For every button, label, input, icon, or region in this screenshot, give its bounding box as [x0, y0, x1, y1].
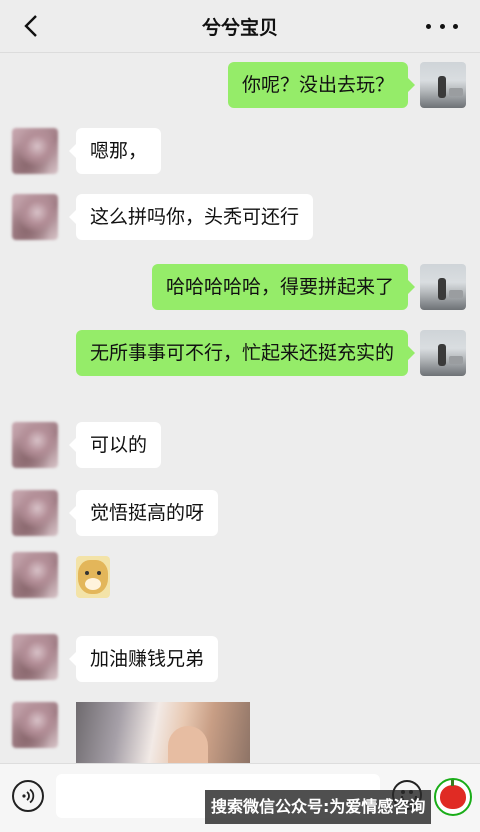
top-nav-bar: 兮兮宝贝 — [0, 0, 480, 53]
message-bubble-contact[interactable]: 加油赚钱兄弟 — [68, 636, 219, 682]
message-bubble-contact[interactable]: 可以的 — [68, 422, 162, 468]
message-bubble-contact[interactable]: 嗯那， — [68, 128, 162, 174]
apple-icon — [440, 780, 466, 809]
more-options-button[interactable] — [426, 14, 458, 38]
avatar-contact[interactable] — [12, 490, 58, 536]
dot-icon — [439, 23, 445, 29]
message-bubble-contact[interactable]: 觉悟挺高的呀 — [68, 490, 219, 536]
voice-input-button[interactable] — [12, 780, 44, 812]
avatar-contact[interactable] — [12, 194, 58, 240]
more-actions-button[interactable] — [434, 778, 472, 816]
watermark: 搜索微信公众号:为爱情感咨询 — [205, 790, 432, 824]
message-bubble-self[interactable]: 你呢？没出去玩？ — [227, 62, 416, 108]
avatar-contact[interactable] — [12, 634, 58, 680]
avatar-self[interactable] — [420, 330, 466, 376]
message-bubble-self[interactable]: 无所事事可不行，忙起来还挺充实的 — [76, 330, 415, 376]
message-bubble-self[interactable]: 哈哈哈哈哈，得要拼起来了 — [151, 264, 416, 310]
avatar-self[interactable] — [420, 62, 466, 108]
avatar-self[interactable] — [420, 264, 466, 310]
doge-sticker[interactable] — [76, 556, 110, 598]
voice-icon — [22, 788, 35, 804]
chat-title: 兮兮宝贝 — [201, 17, 278, 39]
avatar-contact[interactable] — [12, 552, 58, 598]
image-message[interactable] — [76, 702, 250, 766]
dot-icon — [453, 23, 458, 29]
avatar-contact[interactable] — [12, 128, 58, 174]
avatar-contact[interactable] — [12, 422, 58, 468]
message-bubble-contact[interactable]: 这么拼吗你，头秃可还行 — [68, 194, 314, 240]
avatar-contact[interactable] — [12, 702, 58, 748]
dot-icon — [426, 23, 431, 29]
